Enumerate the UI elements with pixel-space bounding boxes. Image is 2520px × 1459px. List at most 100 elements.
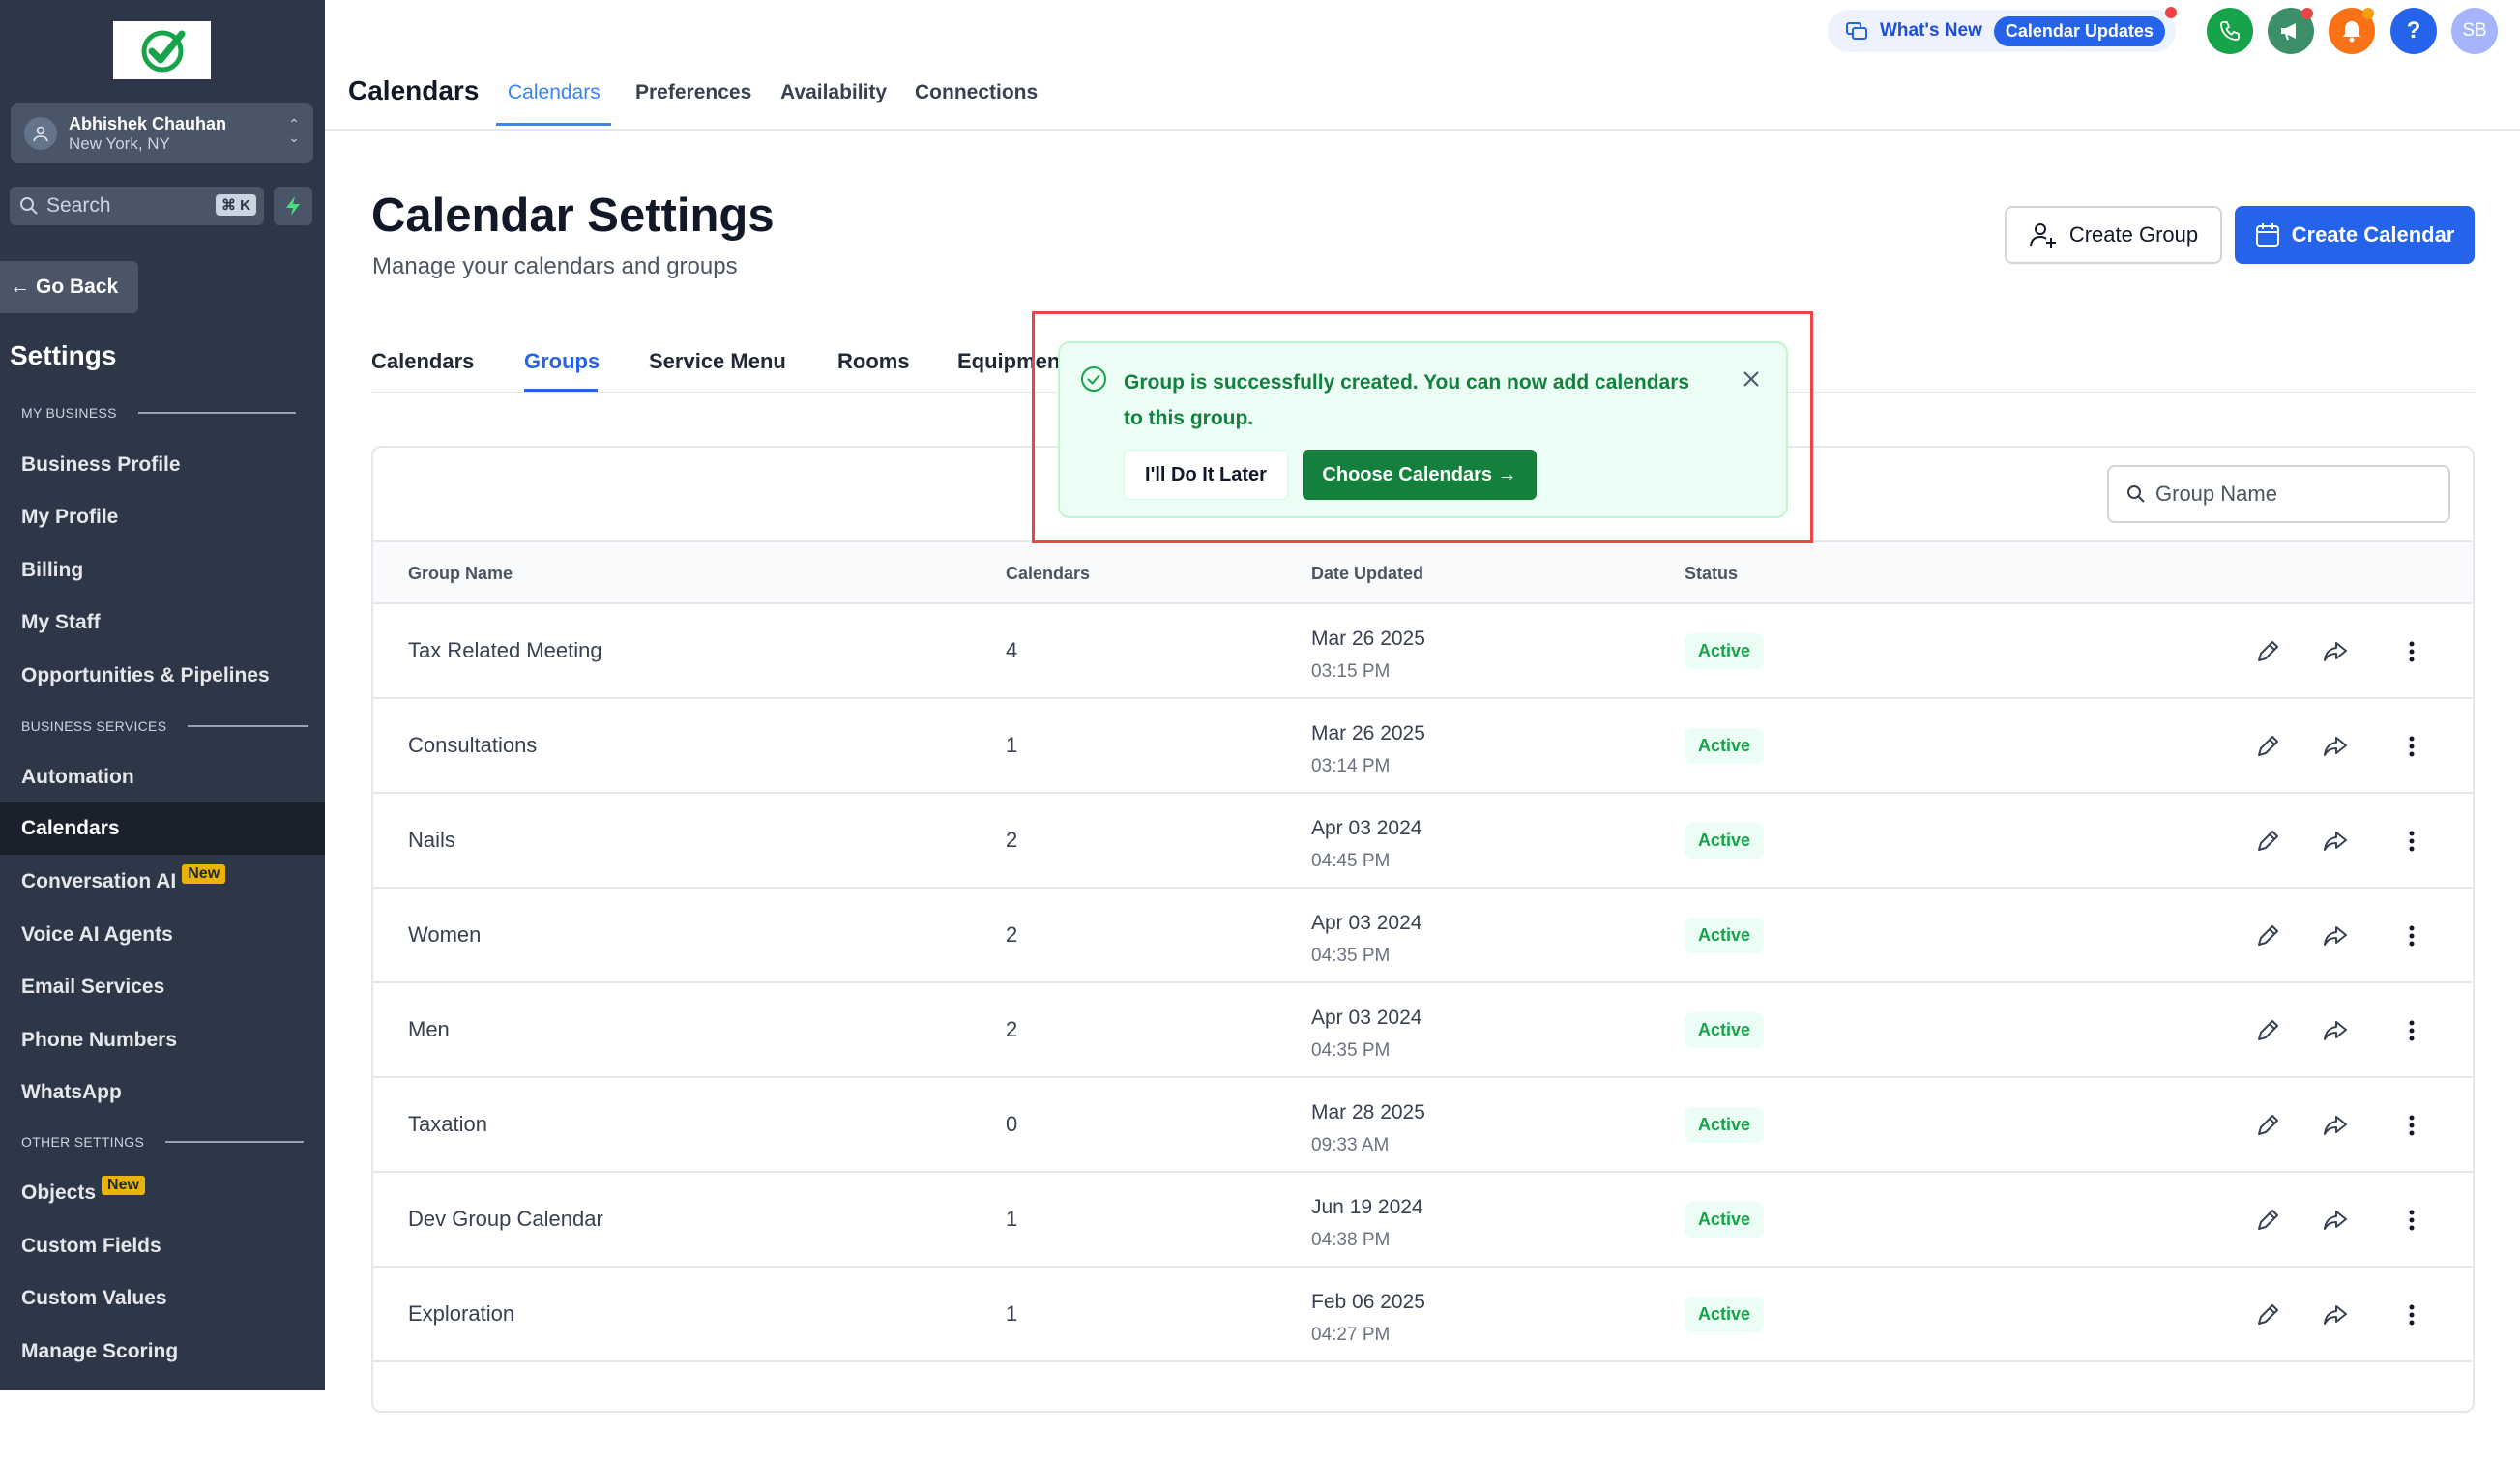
share-icon[interactable] (2320, 1205, 2351, 1236)
close-icon (1743, 371, 1759, 387)
choose-calendars-button[interactable]: Choose Calendars → (1303, 450, 1537, 500)
date-updated: Apr 03 2024 (1311, 1007, 1422, 1029)
share-icon[interactable] (2320, 1299, 2351, 1330)
section-business-services: BUSINESS SERVICES (21, 718, 309, 734)
group-name[interactable]: Nails (408, 828, 455, 853)
avatar[interactable]: SB (2451, 8, 2498, 54)
share-icon[interactable] (2320, 1015, 2351, 1046)
more-options-icon[interactable] (2396, 1110, 2427, 1141)
header-date-updated[interactable]: Date Updated (1311, 564, 1423, 584)
create-calendar-button[interactable]: Create Calendar (2235, 206, 2475, 264)
sidebar-item-voice-ai[interactable]: Voice AI Agents (21, 923, 173, 947)
phone-button[interactable] (2207, 8, 2253, 54)
edit-icon[interactable] (2252, 636, 2283, 667)
edit-icon[interactable] (2252, 1299, 2283, 1330)
edit-icon[interactable] (2252, 1205, 2283, 1236)
chevron-updown-icon: ⌃ ⌄ (288, 116, 300, 145)
group-name[interactable]: Women (408, 922, 481, 948)
table-row[interactable]: Dev Group Calendar 1 Jun 19 2024 04:38 PM Ac… (373, 1173, 2473, 1268)
sidebar-search[interactable]: Search ⌘ K (10, 187, 264, 225)
tab-connections[interactable]: Connections (915, 81, 1038, 104)
subtab-service-menu[interactable]: Service Menu (649, 349, 786, 374)
group-name[interactable]: Exploration (408, 1301, 514, 1327)
header-group-name[interactable]: Group Name (408, 564, 513, 584)
sidebar-item-business-profile[interactable]: Business Profile (21, 453, 181, 477)
group-search-placeholder: Group Name (2155, 481, 2277, 506)
edit-icon[interactable] (2252, 731, 2283, 762)
subtab-equipment[interactable]: Equipment (957, 349, 1068, 374)
sidebar-item-calendars[interactable]: Calendars (0, 802, 325, 855)
status-badge: Active (1685, 1012, 1765, 1048)
group-name[interactable]: Tax Related Meeting (408, 638, 602, 663)
more-options-icon[interactable] (2396, 731, 2427, 762)
quick-action-button[interactable] (274, 187, 312, 225)
table-row[interactable]: Tax Related Meeting 4 Mar 26 2025 03:15 PM A… (373, 604, 2473, 699)
more-options-icon[interactable] (2396, 1205, 2427, 1236)
group-name[interactable]: Consultations (408, 733, 537, 758)
table-row[interactable]: Consultations 1 Mar 26 2025 03:14 PM Active (373, 699, 2473, 794)
header-status[interactable]: Status (1685, 564, 1738, 584)
tab-availability[interactable]: Availability (780, 81, 887, 104)
share-icon[interactable] (2320, 1110, 2351, 1141)
table-header: Group Name Calendars Date Updated Status (373, 540, 2473, 604)
section-other-settings: OTHER SETTINGS (21, 1134, 305, 1150)
header-calendars[interactable]: Calendars (1006, 564, 1090, 584)
table-row[interactable]: Men 2 Apr 03 2024 04:35 PM Active (373, 983, 2473, 1078)
help-button[interactable]: ? (2390, 8, 2437, 54)
sidebar-item-conversation-ai[interactable]: Conversation AI New (21, 864, 226, 893)
subtab-calendars[interactable]: Calendars (371, 349, 474, 374)
account-switcher[interactable]: Abhishek Chauhan New York, NY ⌃ ⌄ (11, 103, 313, 163)
more-options-icon[interactable] (2396, 1299, 2427, 1330)
sidebar-item-opportunities[interactable]: Opportunities & Pipelines (21, 664, 270, 687)
table-row[interactable]: Women 2 Apr 03 2024 04:35 PM Active (373, 889, 2473, 983)
divider (165, 1141, 305, 1143)
sidebar-item-automation[interactable]: Automation (21, 766, 134, 789)
edit-icon[interactable] (2252, 1110, 2283, 1141)
new-badge: New (102, 1176, 145, 1195)
more-options-icon[interactable] (2396, 636, 2427, 667)
tab-preferences[interactable]: Preferences (635, 81, 751, 104)
sidebar-item-phone-numbers[interactable]: Phone Numbers (21, 1029, 177, 1052)
status-badge: Active (1685, 633, 1765, 669)
tab-calendars[interactable]: Calendars (508, 81, 601, 104)
subtab-rooms[interactable]: Rooms (837, 349, 910, 374)
sidebar-item-billing[interactable]: Billing (21, 559, 83, 582)
logo[interactable] (113, 21, 211, 79)
settings-title: Settings (10, 340, 117, 370)
table-row[interactable]: Nails 2 Apr 03 2024 04:45 PM Active (373, 794, 2473, 889)
share-icon[interactable] (2320, 826, 2351, 857)
close-button[interactable] (1737, 365, 1766, 394)
date-updated: Mar 28 2025 (1311, 1101, 1425, 1123)
group-name[interactable]: Dev Group Calendar (408, 1207, 603, 1232)
go-back-button[interactable]: ← Go Back (0, 261, 138, 313)
sidebar-item-objects[interactable]: Objects New (21, 1176, 145, 1205)
edit-icon[interactable] (2252, 826, 2283, 857)
edit-icon[interactable] (2252, 1015, 2283, 1046)
subtab-groups[interactable]: Groups (524, 349, 600, 374)
group-search-input[interactable]: Group Name (2107, 465, 2450, 523)
share-icon[interactable] (2320, 731, 2351, 762)
more-options-icon[interactable] (2396, 920, 2427, 951)
more-options-icon[interactable] (2396, 1015, 2427, 1046)
sidebar-item-my-staff[interactable]: My Staff (21, 611, 101, 634)
more-options-icon[interactable] (2396, 826, 2427, 857)
table-row[interactable]: Taxation 0 Mar 28 2025 09:33 AM Active (373, 1078, 2473, 1173)
create-group-button[interactable]: Create Group (2005, 206, 2222, 264)
group-name[interactable]: Men (408, 1017, 450, 1042)
sidebar-item-email-services[interactable]: Email Services (21, 976, 164, 999)
share-icon[interactable] (2320, 920, 2351, 951)
calendar-updates-badge[interactable]: Calendar Updates (1993, 15, 2165, 46)
sidebar-item-my-profile[interactable]: My Profile (21, 506, 118, 529)
sidebar-item-whatsapp[interactable]: WhatsApp (21, 1081, 122, 1104)
sidebar-item-custom-values[interactable]: Custom Values (21, 1287, 167, 1310)
edit-icon[interactable] (2252, 920, 2283, 951)
notification-dot (2362, 8, 2374, 19)
sidebar-item-custom-fields[interactable]: Custom Fields (21, 1235, 161, 1258)
add-user-icon (2029, 223, 2056, 248)
share-icon[interactable] (2320, 636, 2351, 667)
do-it-later-button[interactable]: I'll Do It Later (1124, 450, 1288, 500)
group-name[interactable]: Taxation (408, 1112, 487, 1137)
whats-new-pill[interactable]: What's New Calendar Updates (1828, 10, 2176, 52)
table-row[interactable]: Exploration 1 Feb 06 2025 04:27 PM Active (373, 1268, 2473, 1362)
sidebar-item-manage-scoring[interactable]: Manage Scoring (21, 1340, 178, 1363)
